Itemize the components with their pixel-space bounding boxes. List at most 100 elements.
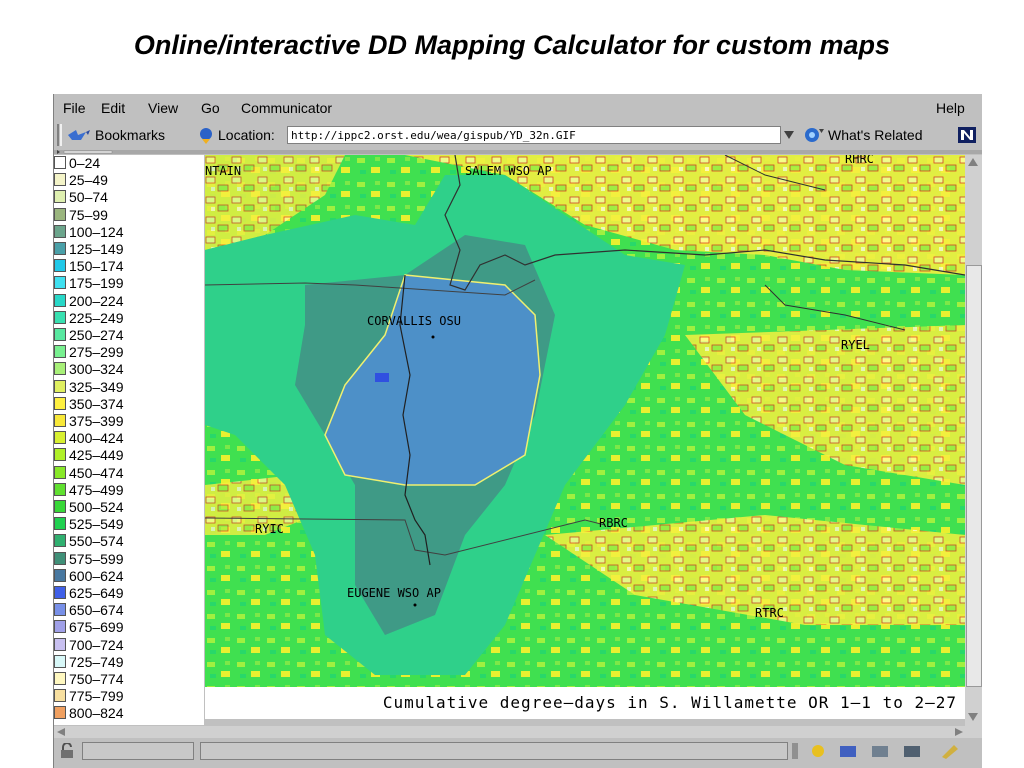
bookmarks-icon[interactable] (66, 126, 92, 144)
location-icon[interactable] (197, 125, 215, 145)
legend-swatch (54, 620, 66, 634)
security-lock-icon[interactable] (58, 743, 76, 759)
legend-swatch (54, 396, 66, 410)
legend-label: 25–49 (69, 172, 108, 189)
location-label: Location: (218, 127, 275, 143)
toolbar-grip-icon[interactable] (56, 124, 64, 146)
legend-swatch (54, 672, 66, 685)
legend-swatch (54, 431, 66, 445)
menu-communicator[interactable]: Communicator (241, 100, 332, 116)
legend-item: 325–349 (54, 379, 124, 396)
horizontal-scrollbar[interactable] (54, 726, 982, 738)
toolbar-collapse-strip[interactable] (54, 150, 982, 154)
url-dropdown-icon[interactable] (783, 128, 795, 142)
legend-item: 275–299 (54, 344, 124, 361)
vertical-scrollbar[interactable] (965, 155, 982, 726)
whats-related-label[interactable]: What's Related (828, 127, 923, 143)
legend-label: 325–349 (69, 378, 124, 395)
legend-label: 750–774 (69, 671, 124, 687)
legend-label: 175–199 (69, 275, 124, 292)
legend-label: 650–674 (69, 602, 124, 619)
legend-item: 675–699 (54, 619, 124, 636)
scroll-up-icon[interactable] (967, 157, 979, 167)
legend-swatch (54, 310, 66, 324)
legend-item: 425–449 (54, 447, 124, 464)
legend-item: 25–49 (54, 172, 108, 189)
legend-label: 200–224 (69, 292, 124, 309)
legend-label: 725–749 (69, 653, 124, 670)
legend-item: 0–24 (54, 155, 100, 172)
legend-swatch (54, 534, 66, 548)
status-bar (54, 740, 982, 762)
legend-label: 450–474 (69, 464, 124, 481)
legend-item: 525–549 (54, 516, 124, 533)
legend-swatch (54, 156, 66, 169)
legend: 0–24 25–49 50–74 75–99 100–124 125–149 150–174… (54, 155, 204, 725)
menu-bar: File Edit View Go Communicator Help (54, 94, 982, 120)
legend-label: 350–374 (69, 395, 124, 412)
scroll-right-icon[interactable] (954, 727, 964, 737)
legend-item: 400–424 (54, 430, 124, 447)
legend-item: 625–649 (54, 585, 124, 602)
legend-item: 650–674 (54, 602, 124, 619)
menu-view[interactable]: View (148, 100, 178, 116)
legend-label: 300–324 (69, 361, 124, 378)
progress-box (82, 742, 194, 760)
slide-title: Online/interactive DD Mapping Calculator… (133, 30, 891, 60)
discussion-icon (872, 746, 888, 757)
legend-label: 625–649 (69, 585, 124, 601)
legend-item: 200–224 (54, 293, 124, 310)
map-label-ryic: RYIC (255, 522, 284, 536)
menu-edit[interactable]: Edit (101, 100, 125, 116)
whats-related-icon[interactable] (803, 126, 825, 144)
status-text-box (200, 742, 788, 760)
legend-swatch (54, 414, 66, 427)
legend-label: 375–399 (69, 413, 124, 429)
legend-item: 750–774 (54, 671, 124, 688)
legend-swatch (54, 259, 66, 273)
map-label-rtrc: RTRC (755, 606, 784, 620)
scroll-left-icon[interactable] (56, 727, 66, 737)
legend-item: 800–824 (54, 705, 124, 722)
legend-swatch (54, 207, 66, 221)
legend-label: 275–299 (69, 344, 124, 361)
legend-item: 50–74 (54, 189, 108, 206)
legend-swatch (54, 482, 66, 496)
legend-swatch (54, 568, 66, 582)
legend-label: 425–449 (69, 447, 124, 464)
legend-item: 100–124 (54, 224, 124, 241)
edit-pencil-icon (942, 745, 958, 759)
legend-label: 150–174 (69, 258, 124, 275)
legend-swatch (54, 173, 66, 187)
legend-item: 550–574 (54, 533, 124, 550)
scroll-down-icon[interactable] (967, 712, 979, 722)
legend-swatch (54, 293, 66, 307)
map-label-mountain: NTAIN (205, 164, 241, 178)
map-label-rhrc: RHRC (845, 155, 874, 166)
legend-label: 0–24 (69, 155, 101, 171)
legend-swatch (54, 586, 66, 599)
vertical-scroll-thumb[interactable] (966, 265, 982, 687)
menu-help[interactable]: Help (936, 100, 965, 116)
menu-go[interactable]: Go (201, 100, 220, 116)
legend-swatch (54, 276, 66, 290)
legend-swatch (54, 362, 66, 376)
legend-item: 350–374 (54, 396, 124, 413)
legend-label: 50–74 (69, 189, 108, 206)
map-caption: Cumulative degree–days in S. Willamette … (205, 687, 965, 719)
map-label-eugene: EUGENE WSO AP (347, 586, 441, 600)
legend-swatch (54, 654, 66, 668)
legend-swatch (54, 517, 66, 531)
menu-file[interactable]: File (63, 100, 86, 116)
legend-label: 75–99 (69, 206, 108, 223)
navigator-icon (812, 745, 824, 757)
degree-day-map: NTAIN SALEM WSO AP RHRC CORVALLIS OSU RY… (205, 155, 965, 718)
bookmarks-label[interactable]: Bookmarks (95, 127, 165, 143)
url-input[interactable]: http://ippc2.orst.edu/wea/gispub/YD_32n.… (287, 126, 781, 144)
legend-swatch (54, 706, 66, 720)
legend-swatch (54, 465, 66, 479)
legend-label: 500–524 (69, 499, 124, 515)
legend-item: 500–524 (54, 499, 124, 516)
map-label-rbrc: RBRC (599, 516, 628, 530)
legend-item: 775–799 (54, 688, 124, 705)
